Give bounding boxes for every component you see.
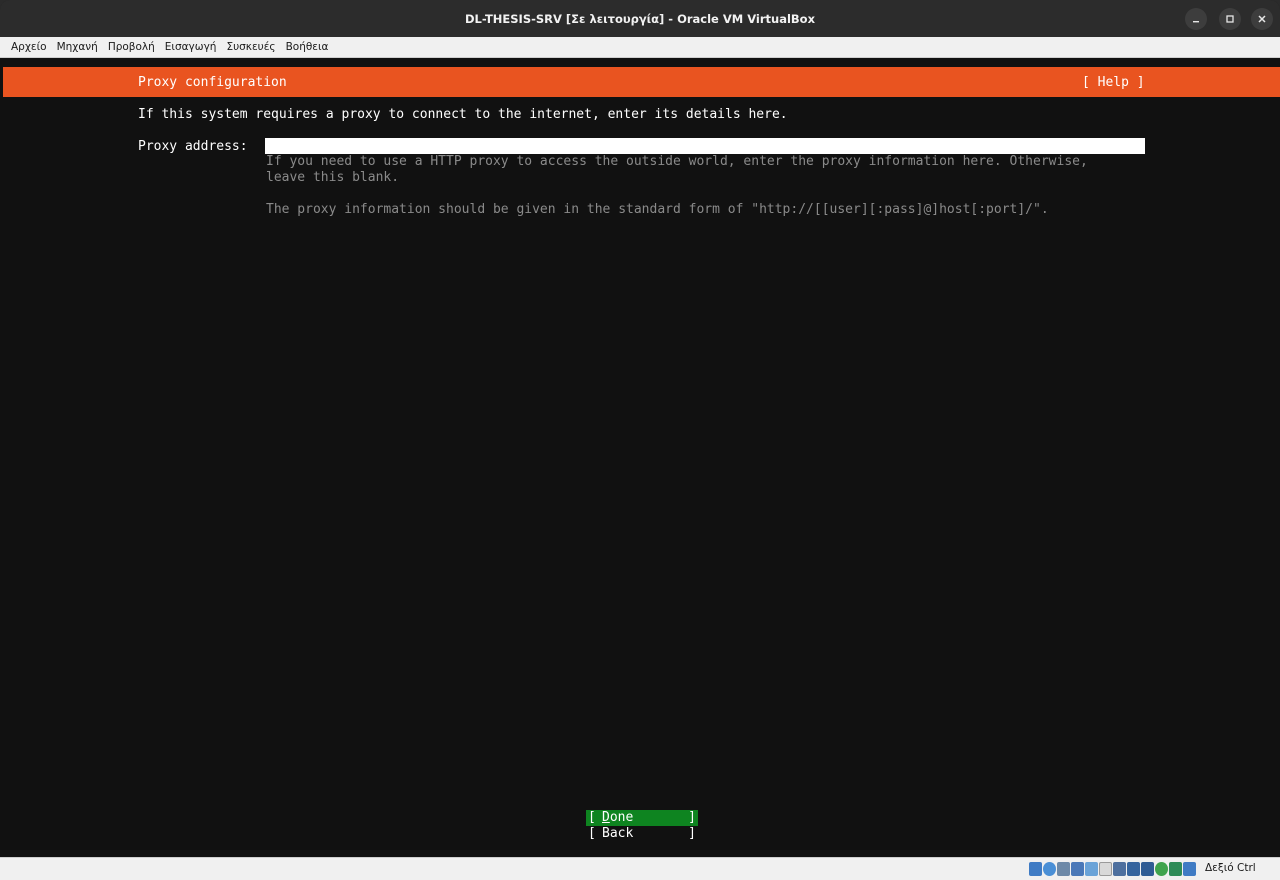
page-title: Proxy configuration <box>138 75 287 90</box>
close-icon <box>1258 15 1266 23</box>
proxy-help-line-1: If you need to use a HTTP proxy to acces… <box>266 154 1088 169</box>
menu-bar: Αρχείο Μηχανή Προβολή Εισαγωγή Συσκευές … <box>0 37 1280 58</box>
bracket-left: [ <box>588 826 596 841</box>
maximize-icon <box>1226 15 1234 23</box>
proxy-address-label: Proxy address: <box>138 139 248 154</box>
menu-machine[interactable]: Μηχανή <box>52 41 103 53</box>
network-icon[interactable] <box>1071 862 1084 876</box>
minimize-icon <box>1193 21 1199 23</box>
menu-devices[interactable]: Συσκευές <box>221 41 280 53</box>
help-button[interactable]: [ Help ] <box>1082 74 1145 91</box>
back-button[interactable]: [ Back ] <box>586 826 698 842</box>
back-label: Back <box>602 826 634 841</box>
menu-help[interactable]: Βοήθεια <box>281 41 334 53</box>
host-key-label: Δεξιό Ctrl <box>1205 862 1256 874</box>
done-label: Done <box>602 810 633 826</box>
proxy-address-input[interactable] <box>265 138 1145 154</box>
video-capture-icon[interactable] <box>1127 862 1140 876</box>
done-label-rest: one <box>609 810 634 825</box>
keyboard-icon[interactable] <box>1183 862 1196 876</box>
menu-input[interactable]: Εισαγωγή <box>160 41 222 53</box>
proxy-format-hint: The proxy information should be given in… <box>266 202 1049 217</box>
menu-view[interactable]: Προβολή <box>103 41 160 53</box>
shared-folders-icon[interactable] <box>1099 862 1112 876</box>
hard-disk-icon[interactable] <box>1029 862 1042 876</box>
recording-icon[interactable] <box>1141 862 1154 876</box>
virtualbox-window: DL-THESIS-SRV [Σε λειτουργία] - Oracle V… <box>0 0 1280 880</box>
done-button[interactable]: [ Done ] <box>586 810 698 826</box>
device-status-icons <box>1029 862 1196 876</box>
display-icon[interactable] <box>1113 862 1126 876</box>
title-bar[interactable]: DL-THESIS-SRV [Σε λειτουργία] - Oracle V… <box>0 0 1280 37</box>
maximize-button[interactable] <box>1219 8 1241 30</box>
intro-text: If this system requires a proxy to conne… <box>138 107 788 122</box>
bracket-left: [ <box>588 810 596 825</box>
minimize-button[interactable] <box>1185 8 1207 30</box>
menu-file[interactable]: Αρχείο <box>6 41 52 53</box>
audio-icon[interactable] <box>1057 862 1070 876</box>
vm-screen[interactable]: Proxy configuration [ Help ] If this sys… <box>0 58 1280 857</box>
bracket-right: ] <box>688 810 696 825</box>
proxy-help-line-2: leave this blank. <box>266 170 400 185</box>
bracket-right: ] <box>688 826 696 841</box>
usb-icon[interactable] <box>1085 862 1098 876</box>
window-title: DL-THESIS-SRV [Σε λειτουργία] - Oracle V… <box>464 11 815 26</box>
optical-drive-icon[interactable] <box>1043 862 1056 876</box>
done-hotkey: D <box>602 810 610 825</box>
mouse-integration-icon[interactable] <box>1169 862 1182 876</box>
cpu-icon[interactable] <box>1155 862 1168 876</box>
close-button[interactable] <box>1251 8 1273 30</box>
status-bar: Δεξιό Ctrl <box>0 857 1280 880</box>
